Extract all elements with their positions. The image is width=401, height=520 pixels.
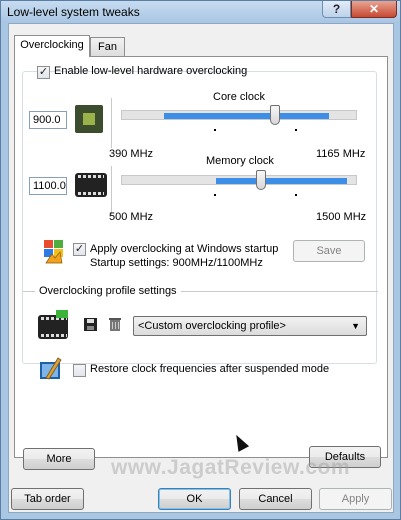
signal-bars-icon: [56, 310, 68, 318]
tab-order-button[interactable]: Tab order: [11, 488, 84, 510]
gpu-chip-icon: [75, 105, 103, 133]
dialog-window: Low-level system tweaks ? ✕ Overclocking…: [0, 0, 401, 520]
core-clock-slider[interactable]: [269, 105, 280, 125]
memory-clock-slider[interactable]: [256, 170, 267, 190]
apply-button[interactable]: Apply: [319, 488, 392, 510]
core-clock-title: Core clock: [213, 91, 265, 103]
windows-logo-icon: [42, 238, 66, 268]
watermark: www.JagatReview.com: [111, 456, 351, 479]
save-disk-icon[interactable]: [83, 317, 98, 334]
divider: [111, 166, 112, 216]
memory-clock-value-field[interactable]: 1100.0: [29, 177, 67, 195]
restore-clock-label: Restore clock frequencies after suspende…: [90, 363, 330, 375]
title-bar[interactable]: Low-level system tweaks ? ✕: [1, 1, 400, 23]
more-button[interactable]: More: [23, 448, 95, 470]
profile-film-icon: [38, 315, 68, 339]
memory-max-label: 1500 MHz: [316, 211, 367, 223]
profile-select[interactable]: <Custom overclocking profile> ▼: [133, 316, 367, 336]
memory-clock-title: Memory clock: [206, 155, 274, 167]
memory-clock-track: [121, 175, 357, 185]
profile-section-label: Overclocking profile settings: [35, 285, 181, 297]
restore-clock-checkbox[interactable]: [73, 364, 86, 377]
memory-clock-range: [215, 178, 347, 184]
help-button[interactable]: ?: [322, 1, 351, 18]
apply-at-startup-checkbox[interactable]: ✓: [73, 243, 86, 256]
trash-icon[interactable]: [108, 316, 122, 334]
save-button[interactable]: Save: [293, 240, 365, 262]
core-clock-range: [164, 113, 329, 119]
brush-tool-icon: [38, 356, 64, 384]
cancel-button[interactable]: Cancel: [239, 488, 312, 510]
memory-min-label: 500 MHz: [109, 211, 154, 223]
tab-overclocking[interactable]: Overclocking: [14, 35, 90, 57]
range-high-tick: [295, 129, 297, 131]
window-title: Low-level system tweaks: [7, 5, 140, 19]
range-high-tick: [295, 194, 297, 196]
core-clock-track: [121, 110, 357, 120]
range-low-tick: [214, 194, 216, 196]
ok-button[interactable]: OK: [158, 488, 231, 510]
enable-overclocking-label: Enable low-level hardware overclocking: [54, 65, 248, 77]
tab-fan[interactable]: Fan: [90, 37, 125, 57]
core-clock-value-field[interactable]: 900.0: [29, 111, 67, 129]
profile-select-value: <Custom overclocking profile>: [138, 320, 286, 332]
core-max-label: 1165 MHz: [316, 148, 366, 160]
startup-settings-text: Startup settings: 900MHz/1100MHz: [90, 257, 263, 269]
core-min-label: 390 MHz: [109, 148, 154, 160]
enable-overclocking-checkbox[interactable]: ✓: [37, 66, 50, 79]
divider: [111, 98, 112, 148]
range-low-tick: [214, 129, 216, 131]
apply-at-startup-label: Apply overclocking at Windows startup: [90, 243, 279, 255]
memory-film-icon: [75, 173, 107, 197]
dialog-client: Overclocking Fan ✓ Enable low-level hard…: [8, 23, 394, 513]
chevron-down-icon: ▼: [351, 321, 360, 331]
close-button[interactable]: ✕: [351, 1, 397, 18]
